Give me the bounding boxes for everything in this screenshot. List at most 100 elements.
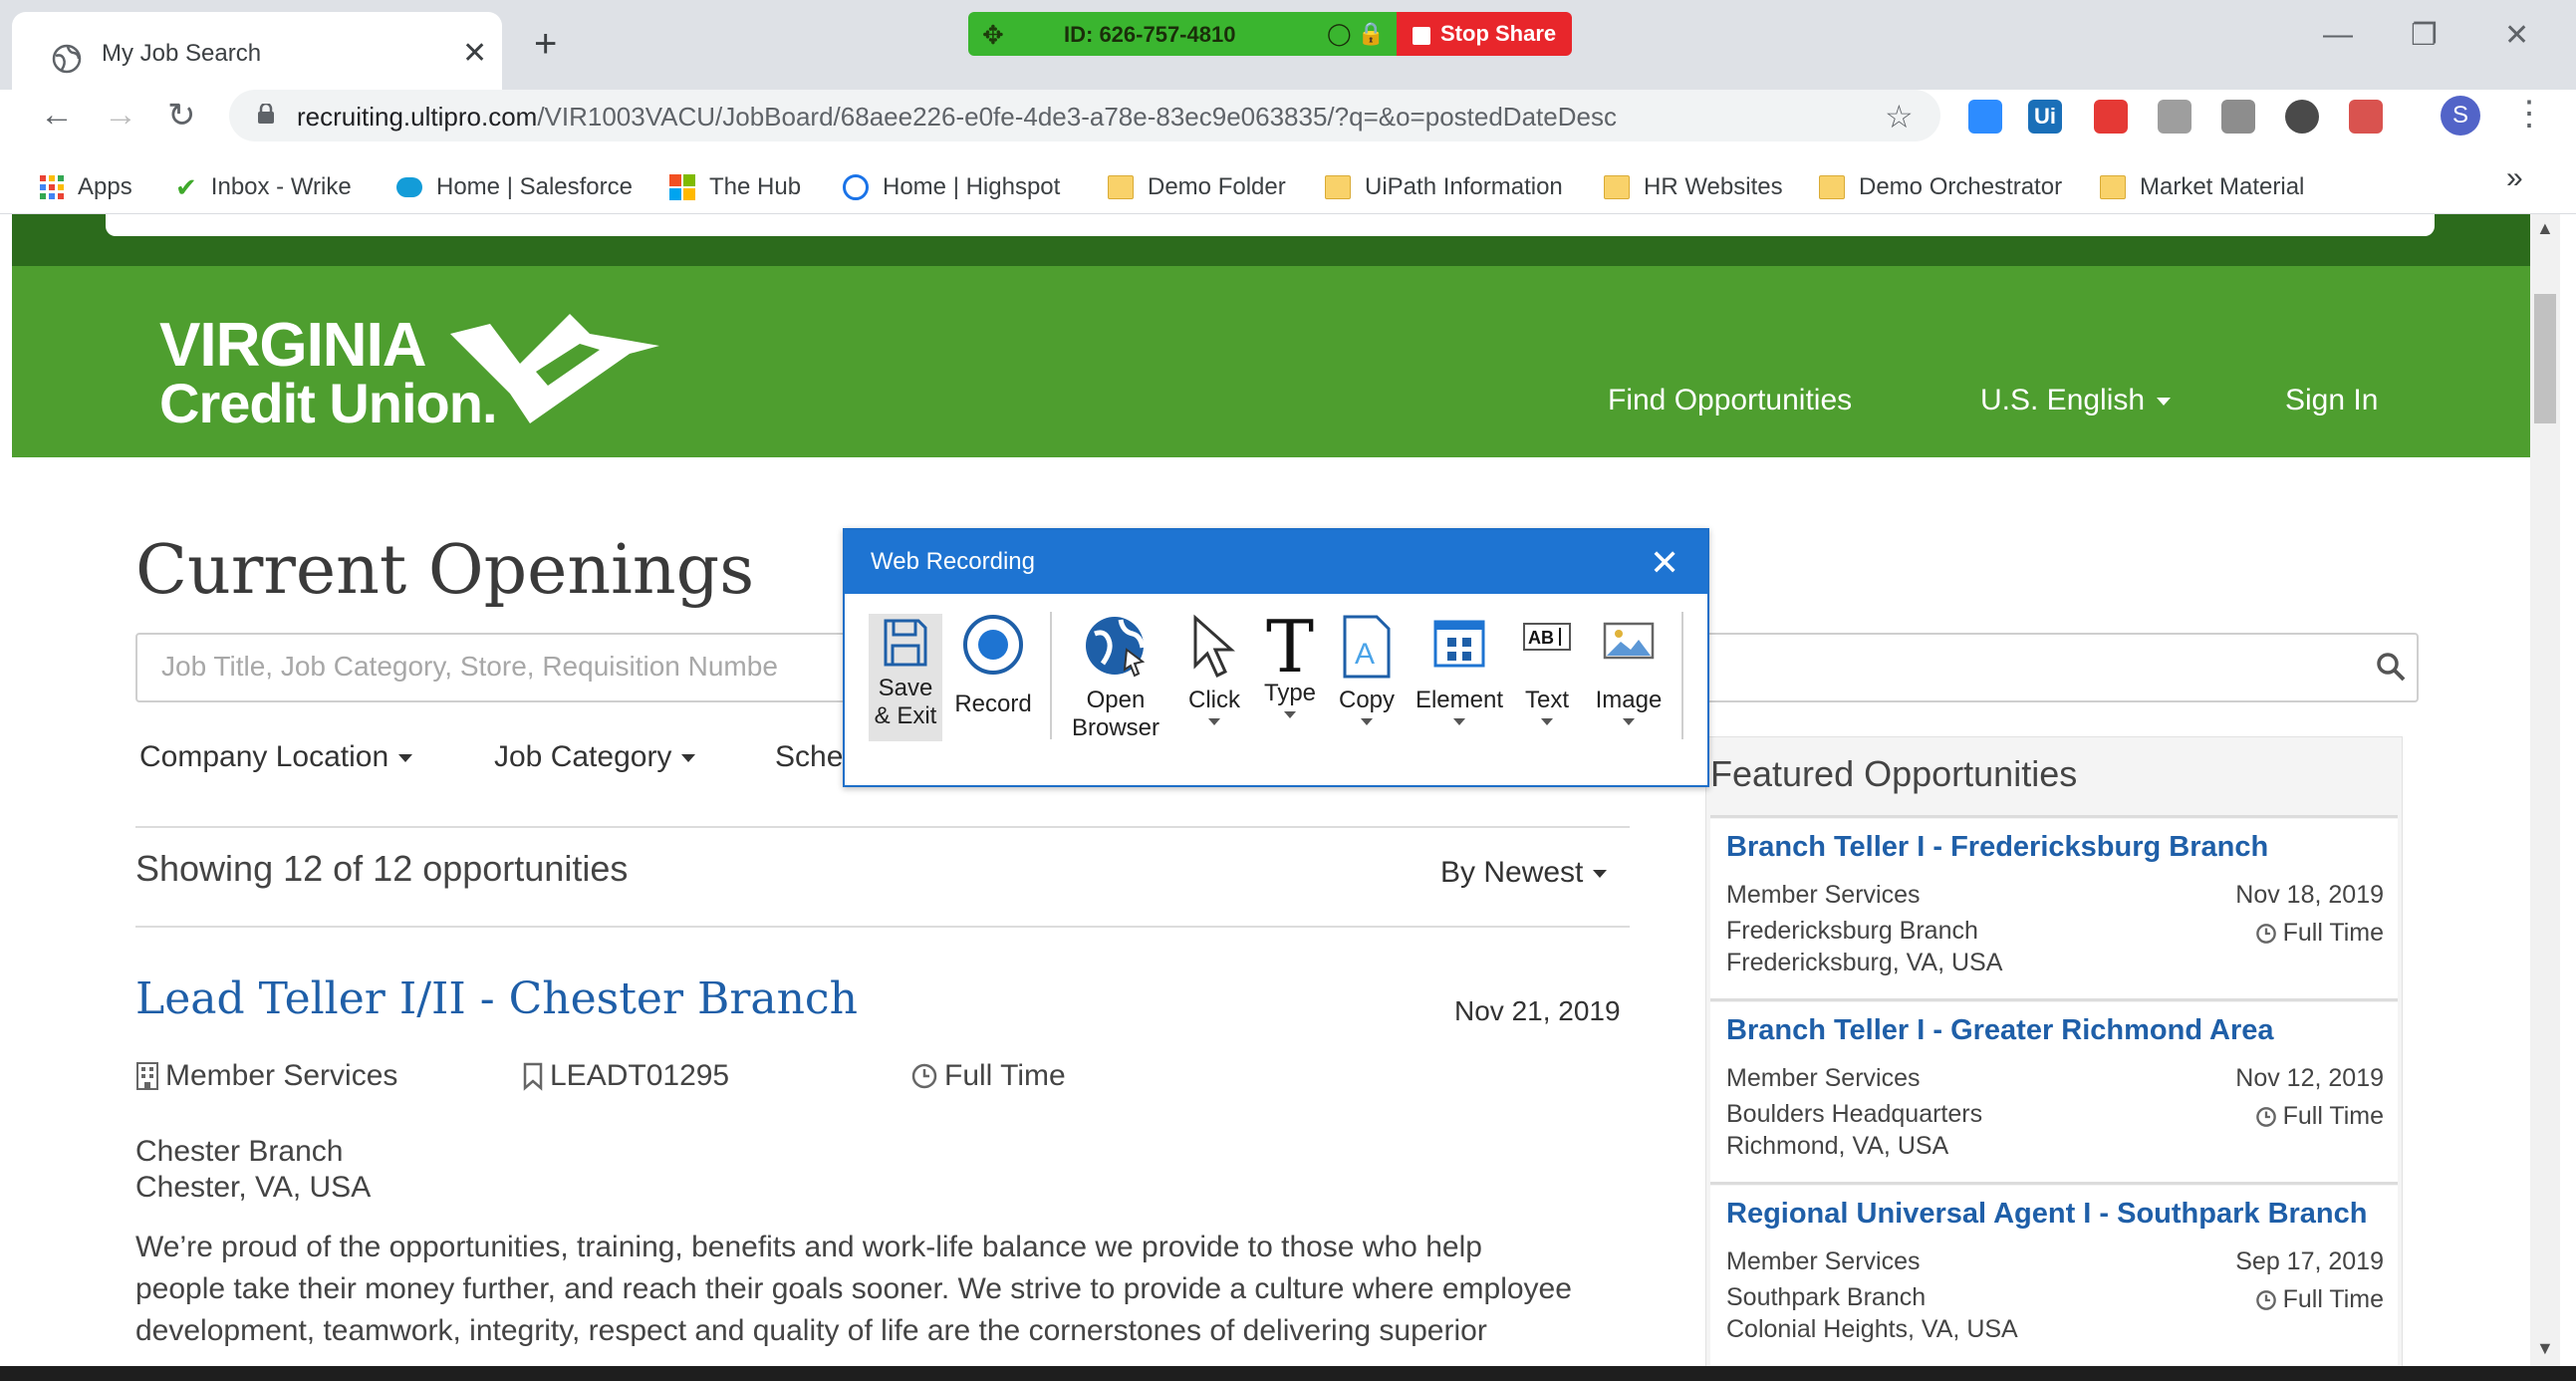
type-dropdown-icon[interactable] bbox=[1284, 711, 1296, 718]
job-location-line1: Chester Branch bbox=[135, 1135, 344, 1168]
bookmark-hr-websites[interactable]: HR Websites bbox=[1604, 167, 1783, 207]
bookmark-demo-orchestrator[interactable]: Demo Orchestrator bbox=[1819, 167, 2062, 207]
featured-item-title[interactable]: Branch Teller I - Fredericksburg Branch bbox=[1726, 831, 2268, 864]
click-button[interactable]: Click bbox=[1177, 614, 1251, 725]
stop-share-label: Stop Share bbox=[1440, 21, 1557, 46]
dialog-close-icon[interactable]: ✕ bbox=[1650, 542, 1679, 584]
bookmark-star-icon[interactable]: ☆ bbox=[1885, 98, 1914, 136]
pdf-extension-icon[interactable] bbox=[2349, 100, 2383, 134]
bookmark-wrike[interactable]: ✔ Inbox - Wrike bbox=[175, 167, 352, 207]
open-label-1: Open bbox=[1086, 687, 1146, 713]
bookmark-highspot[interactable]: Home | Highspot bbox=[843, 167, 1060, 207]
circle-extension-icon[interactable] bbox=[2285, 100, 2319, 134]
forward-arrow-icon[interactable]: → bbox=[104, 96, 137, 135]
back-arrow-icon[interactable]: ← bbox=[40, 96, 74, 135]
tab-close-icon[interactable]: ✕ bbox=[462, 36, 487, 71]
grip-icon[interactable]: ✥ bbox=[982, 20, 1004, 51]
clipper-extension-icon[interactable] bbox=[2221, 100, 2255, 134]
job-posted-date: Nov 21, 2019 bbox=[1454, 995, 1621, 1026]
bookmark-demo-folder[interactable]: Demo Folder bbox=[1108, 167, 1286, 207]
element-label: Element bbox=[1415, 687, 1504, 713]
bookmark-extension-icon[interactable] bbox=[2094, 100, 2128, 134]
bookmark-label: Apps bbox=[78, 173, 132, 200]
image-button[interactable]: Image bbox=[1588, 614, 1670, 725]
filter-label: Job Category bbox=[494, 740, 672, 773]
svg-text:A: A bbox=[1355, 638, 1375, 671]
filter-label: Company Location bbox=[139, 740, 389, 773]
text-button[interactable]: AB Text bbox=[1514, 614, 1580, 725]
featured-item-title[interactable]: Regional Universal Agent I - Southpark B… bbox=[1726, 1198, 2367, 1231]
reload-icon[interactable]: ↻ bbox=[167, 96, 196, 136]
featured-item-date: Sep 17, 2019 bbox=[2235, 1247, 2384, 1275]
results-count: Showing 12 of 12 opportunities bbox=[135, 848, 629, 889]
bookmark-salesforce[interactable]: Home | Salesforce bbox=[396, 167, 633, 207]
sort-dropdown[interactable]: By Newest bbox=[1440, 856, 1608, 890]
image-dropdown-icon[interactable] bbox=[1623, 718, 1635, 725]
click-dropdown-icon[interactable] bbox=[1208, 718, 1220, 725]
chevron-down-icon bbox=[2157, 398, 2172, 407]
dialog-titlebar[interactable]: Web Recording ✕ bbox=[845, 530, 1707, 594]
open-browser-button[interactable]: Open Browser bbox=[1066, 614, 1165, 742]
copy-dropdown-icon[interactable] bbox=[1361, 718, 1373, 725]
bookmark-label: Demo Folder bbox=[1148, 173, 1286, 200]
restore-icon[interactable]: ❐ bbox=[2411, 18, 2438, 53]
filter-job-category[interactable]: Job Category bbox=[494, 740, 696, 774]
bookmarks-overflow-icon[interactable]: » bbox=[2506, 161, 2523, 195]
cloud-icon bbox=[396, 177, 422, 197]
record-button[interactable]: Record bbox=[954, 614, 1032, 718]
window-close-icon[interactable]: ✕ bbox=[2504, 18, 2529, 53]
bookmark-market-material[interactable]: Market Material bbox=[2100, 167, 2304, 207]
featured-item-title[interactable]: Branch Teller I - Greater Richmond Area bbox=[1726, 1014, 2274, 1047]
filter-company-location[interactable]: Company Location bbox=[139, 740, 413, 774]
new-tab-button[interactable]: + bbox=[534, 22, 557, 67]
element-dropdown-icon[interactable] bbox=[1453, 718, 1465, 725]
chevron-down-icon bbox=[1593, 870, 1608, 879]
menu-dots-icon[interactable]: ⋮ bbox=[2512, 94, 2546, 134]
nav-sign-in[interactable]: Sign In bbox=[2285, 384, 2378, 417]
type-button[interactable]: T Type bbox=[1257, 611, 1323, 718]
vacu-logo[interactable]: VIRGINIA Credit Union. bbox=[159, 315, 498, 431]
bookmark-uipath-information[interactable]: UiPath Information bbox=[1325, 167, 1563, 207]
scroll-up-icon[interactable]: ▲ bbox=[2536, 218, 2554, 239]
featured-item-category: Member Services bbox=[1726, 881, 1921, 909]
filter-schedule[interactable]: Sche bbox=[775, 740, 843, 774]
site-header: VIRGINIA Credit Union. Find Opportunitie… bbox=[12, 266, 2530, 457]
divider bbox=[135, 926, 1630, 928]
folder-icon bbox=[1604, 175, 1630, 199]
uipath-extension-icon[interactable]: Ui bbox=[2028, 100, 2062, 134]
text-dropdown-icon[interactable] bbox=[1541, 718, 1553, 725]
job-type: Full Time bbox=[910, 1059, 1066, 1093]
bookmark-apps[interactable]: Apps bbox=[40, 167, 132, 207]
element-button[interactable]: Element bbox=[1413, 614, 1506, 725]
share-session-id: ID: 626-757-4810 bbox=[1064, 22, 1236, 47]
scroll-thumb[interactable] bbox=[2534, 294, 2556, 423]
url-text: recruiting.ultipro.com/VIR1003VACU/JobBo… bbox=[297, 102, 1617, 133]
bookmark-icon bbox=[523, 1062, 543, 1091]
featured-item-date: Nov 18, 2019 bbox=[2235, 881, 2384, 909]
zoom-extension-icon[interactable] bbox=[1968, 100, 2002, 134]
page-scrollbar[interactable]: ▲ ▼ bbox=[2530, 214, 2560, 1366]
toolbar-separator bbox=[1681, 612, 1683, 739]
drive-extension-icon[interactable] bbox=[2158, 100, 2191, 134]
featured-item-type: Full Time bbox=[2255, 1285, 2384, 1314]
address-bar[interactable]: recruiting.ultipro.com/VIR1003VACU/JobBo… bbox=[229, 90, 1940, 141]
save-label-1: Save bbox=[878, 675, 933, 701]
bookmarks-bar: Apps ✔ Inbox - Wrike Home | Salesforce T… bbox=[0, 161, 2576, 214]
search-icon[interactable] bbox=[2375, 651, 2407, 683]
profile-avatar[interactable]: S bbox=[2441, 96, 2480, 136]
nav-language-dropdown[interactable]: U.S. English bbox=[1980, 384, 2172, 417]
bookmark-the-hub[interactable]: The Hub bbox=[669, 167, 801, 207]
open-label-2: Browser bbox=[1071, 714, 1160, 741]
minimize-icon[interactable]: — bbox=[2323, 18, 2353, 52]
copy-button[interactable]: A Copy bbox=[1331, 614, 1403, 725]
featured-item-type: Full Time bbox=[2255, 919, 2384, 948]
nav-find-opportunities[interactable]: Find Opportunities bbox=[1608, 384, 1852, 417]
job-title-link[interactable]: Lead Teller I/II - Chester Branch bbox=[135, 973, 858, 1024]
scroll-down-icon[interactable]: ▼ bbox=[2536, 1338, 2554, 1359]
save-exit-button[interactable]: Save & Exit bbox=[869, 614, 942, 741]
browser-tab[interactable]: My Job Search ✕ bbox=[12, 12, 502, 90]
language-label: U.S. English bbox=[1980, 384, 2146, 416]
featured-item-type-label: Full Time bbox=[2282, 919, 2384, 947]
stop-share-button[interactable]: Stop Share bbox=[1397, 12, 1572, 56]
globe-icon bbox=[1086, 617, 1146, 678]
